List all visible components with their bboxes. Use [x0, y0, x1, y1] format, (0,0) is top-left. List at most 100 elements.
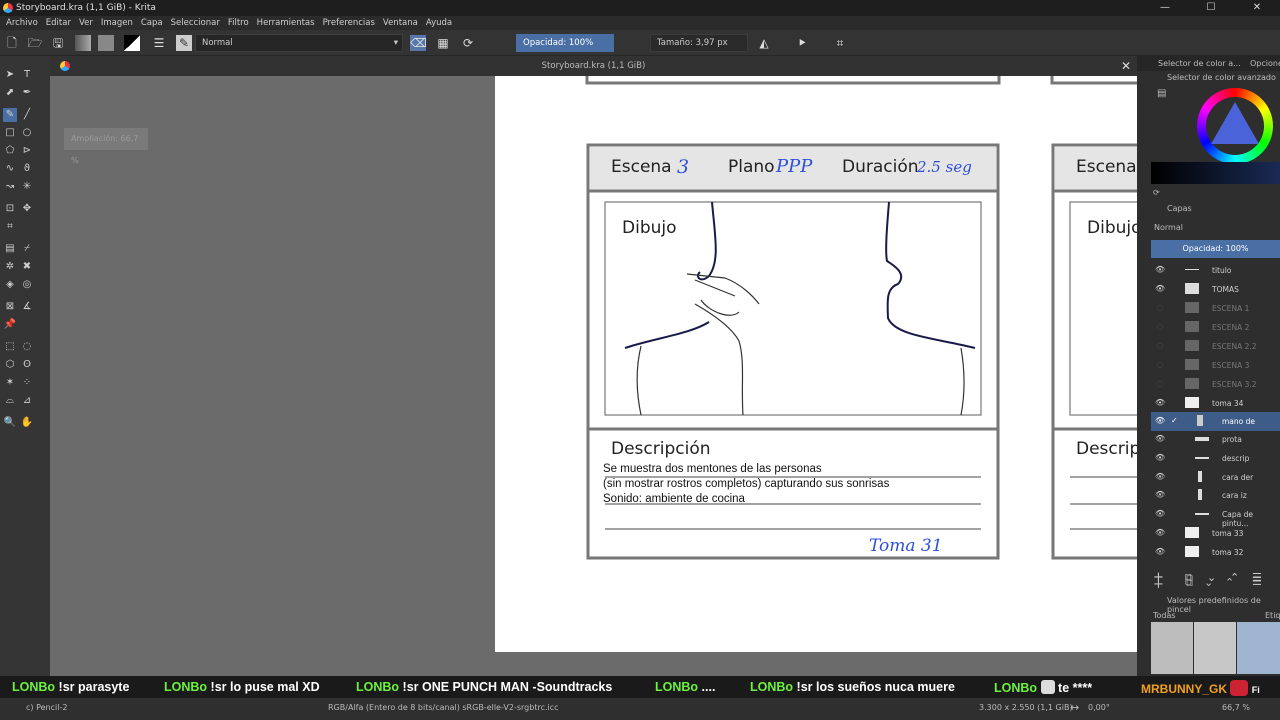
- layer-row[interactable]: 👁 cara der: [1151, 468, 1280, 487]
- polygon-tool-icon[interactable]: ⬠: [3, 144, 17, 158]
- ellipse-select-tool-icon[interactable]: ◌: [20, 340, 34, 354]
- eye-icon[interactable]: 👁: [1155, 416, 1165, 426]
- color-picker-tool-icon[interactable]: ⌿: [20, 242, 34, 256]
- eye-icon[interactable]: 👁: [1155, 472, 1165, 482]
- transform-tool-icon[interactable]: ⊡: [3, 202, 17, 216]
- eye-icon[interactable]: 👁: [1155, 490, 1165, 500]
- color-settings-icon[interactable]: ▤: [1157, 88, 1166, 99]
- rectangle-tool-icon[interactable]: □: [3, 126, 17, 140]
- eye-closed-icon[interactable]: ◌: [1155, 341, 1165, 351]
- layer-row[interactable]: 👁 toma 34: [1151, 394, 1280, 413]
- magic-wand-tool-icon[interactable]: ✶: [3, 376, 17, 390]
- blend-mode-select[interactable]: Normal ▾: [195, 34, 403, 52]
- menu-capa[interactable]: Capa: [141, 18, 163, 28]
- reference-tool-icon[interactable]: 📌: [3, 318, 17, 332]
- menu-archivo[interactable]: Archivo: [6, 18, 38, 28]
- pan-tool-icon[interactable]: ✋: [20, 416, 34, 430]
- color-swap-icon[interactable]: [124, 35, 140, 51]
- enclose-fill-tool-icon[interactable]: ◎: [20, 278, 34, 292]
- pattern-icon[interactable]: [98, 35, 114, 51]
- dynamic-brush-tool-icon[interactable]: ↝: [3, 180, 17, 194]
- layer-row[interactable]: ◌ ESCENA 3: [1151, 356, 1280, 375]
- tab-color-selector[interactable]: Selector de color a...: [1158, 59, 1241, 68]
- layer-row[interactable]: 👁 titulo: [1151, 261, 1280, 280]
- eye-icon[interactable]: 👁: [1155, 284, 1165, 294]
- brush-settings-icon[interactable]: ☰: [151, 35, 167, 51]
- maximize-button[interactable]: ☐: [1188, 0, 1234, 16]
- reload-preset-icon[interactable]: ⟳: [460, 35, 476, 51]
- layer-row[interactable]: 👁 TOMAS: [1151, 280, 1280, 299]
- similar-select-tool-icon[interactable]: ⁘: [20, 376, 34, 390]
- layer-row[interactable]: ◌ ESCENA 2: [1151, 318, 1280, 337]
- edit-shapes-tool-icon[interactable]: ⬈: [3, 86, 17, 100]
- new-document-icon[interactable]: 🗋: [4, 35, 20, 51]
- measure-tool-icon[interactable]: ⊠: [3, 300, 17, 314]
- close-window-button[interactable]: ✕: [1234, 0, 1280, 16]
- brush-preset-3[interactable]: [1237, 622, 1280, 674]
- ellipse-tool-icon[interactable]: ○: [20, 126, 34, 140]
- eye-icon[interactable]: 👁: [1155, 398, 1165, 408]
- save-icon[interactable]: 🖫: [50, 35, 66, 51]
- refresh-icon[interactable]: ⟳: [1153, 188, 1160, 197]
- size-slider[interactable]: Tamaño: 3,97 px: [650, 34, 748, 52]
- fill-tool-icon[interactable]: ◈: [3, 278, 17, 292]
- color-wheel[interactable]: [1197, 88, 1273, 164]
- smart-patch-tool-icon[interactable]: ✲: [3, 260, 17, 274]
- wrap-around-icon[interactable]: ⌗: [832, 35, 848, 51]
- layer-row[interactable]: ◌ ESCENA 1: [1151, 299, 1280, 318]
- alpha-lock-icon[interactable]: ▦: [435, 35, 451, 51]
- eye-closed-icon[interactable]: ◌: [1155, 379, 1165, 389]
- eye-closed-icon[interactable]: ◌: [1155, 303, 1165, 313]
- eye-icon[interactable]: 👁: [1155, 528, 1165, 538]
- rect-select-tool-icon[interactable]: ⬚: [3, 340, 17, 354]
- text-tool-icon[interactable]: T: [20, 68, 34, 82]
- select-shapes-tool-icon[interactable]: ➤: [3, 68, 17, 82]
- minimize-button[interactable]: —: [1142, 0, 1188, 16]
- brush-preset-2[interactable]: [1194, 622, 1236, 674]
- menu-filtro[interactable]: Filtro: [228, 18, 249, 28]
- eye-icon[interactable]: 👁: [1155, 547, 1165, 557]
- brush-preset-1[interactable]: [1151, 622, 1193, 674]
- bezier-select-tool-icon[interactable]: ⌓: [3, 394, 17, 408]
- calligraphy-tool-icon[interactable]: ✒: [20, 86, 34, 100]
- opacity-slider[interactable]: Opacidad: 100%: [516, 34, 614, 52]
- eye-icon[interactable]: 👁: [1155, 509, 1165, 519]
- add-layer-button[interactable]: +: [1153, 570, 1164, 585]
- layer-row[interactable]: 👁 descrip: [1151, 449, 1280, 468]
- zoom-level[interactable]: 66,7 %: [1222, 703, 1250, 712]
- brush-tag-select[interactable]: Etiqu: [1265, 611, 1280, 620]
- document-tab[interactable]: Storyboard.kra (1,1 GiB) ✕: [50, 56, 1137, 76]
- layer-row[interactable]: 👁 prota: [1151, 430, 1280, 449]
- bezier-tool-icon[interactable]: ∿: [3, 162, 17, 176]
- move-down-button[interactable]: ⌄: [1207, 571, 1216, 584]
- layer-row[interactable]: ◌ ESCENA 2.2: [1151, 337, 1280, 356]
- color-history[interactable]: [1151, 162, 1280, 184]
- layer-opacity-slider[interactable]: Opacidad: 100%: [1151, 240, 1280, 258]
- eye-icon[interactable]: 👁: [1155, 453, 1165, 463]
- menu-editar[interactable]: Editar: [46, 18, 71, 28]
- menu-preferencias[interactable]: Preferencias: [323, 18, 375, 28]
- ruler-tool-icon[interactable]: ∡: [20, 300, 34, 314]
- menu-ayuda[interactable]: Ayuda: [426, 18, 452, 28]
- tab-options[interactable]: Opcione: [1250, 59, 1280, 68]
- layer-row[interactable]: 👁 cara iz: [1151, 486, 1280, 505]
- mirror-horizontal-icon[interactable]: ◭: [756, 35, 772, 51]
- move-up-button[interactable]: ⌃: [1230, 571, 1239, 584]
- polyline-tool-icon[interactable]: ⊳: [20, 144, 34, 158]
- zoom-tool-icon[interactable]: 🔍: [3, 416, 17, 430]
- multibrush-tool-icon[interactable]: ✳: [20, 180, 34, 194]
- document-canvas[interactable]: Escena 3 Plano PPP Duración 2.5 seg Dibu…: [495, 76, 1142, 652]
- menu-imagen[interactable]: Imagen: [101, 18, 133, 28]
- eraser-mode-icon[interactable]: ⌫: [410, 35, 427, 51]
- menu-herramientas[interactable]: Herramientas: [257, 18, 315, 28]
- line-tool-icon[interactable]: ╱: [20, 108, 34, 122]
- gradient-tool-icon[interactable]: ▤: [3, 242, 17, 256]
- brush-filter-select[interactable]: Todas: [1153, 611, 1176, 620]
- freehand-brush-tool-icon[interactable]: ✎: [3, 108, 17, 122]
- close-document-icon[interactable]: ✕: [1121, 56, 1131, 76]
- polygon-select-tool-icon[interactable]: ⬡: [3, 358, 17, 372]
- eye-closed-icon[interactable]: ◌: [1155, 322, 1165, 332]
- rotation-value[interactable]: 0,00°: [1088, 703, 1110, 712]
- mirror-vertical-icon[interactable]: ⯈: [794, 35, 810, 51]
- menu-ventana[interactable]: Ventana: [383, 18, 418, 28]
